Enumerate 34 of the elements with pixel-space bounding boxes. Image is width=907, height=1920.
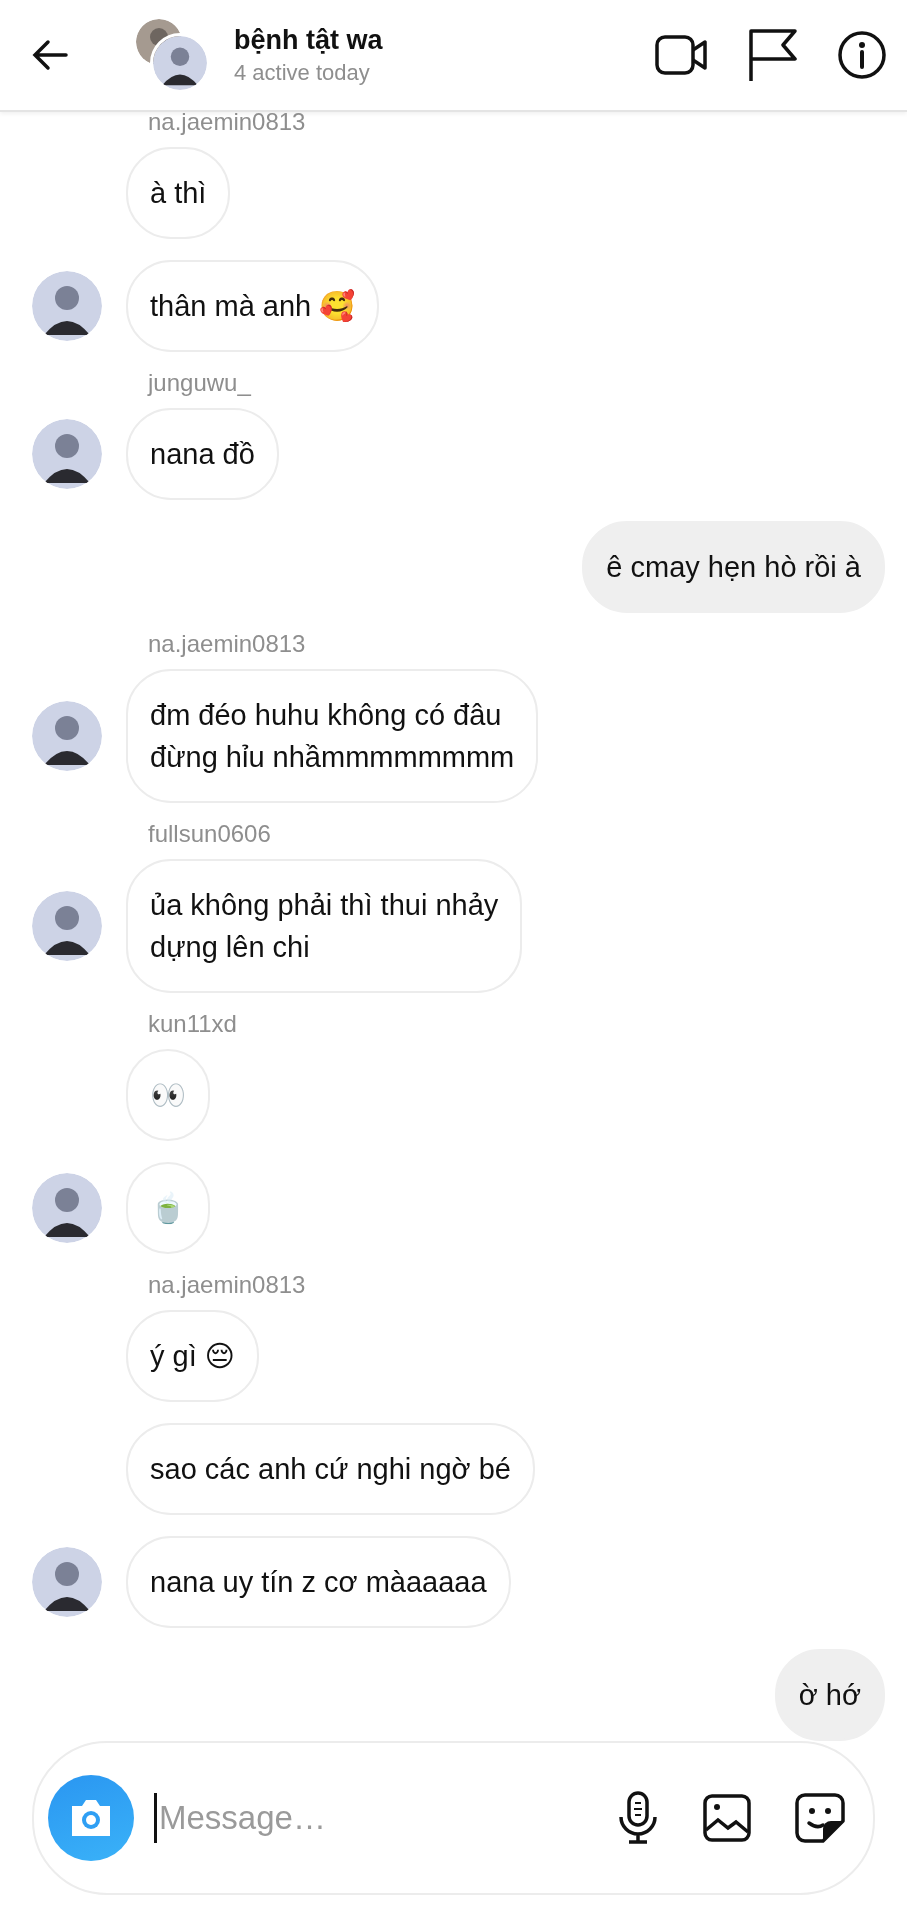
avatar [150,33,210,93]
avatar[interactable] [32,1173,102,1243]
sender-name: na.jaemin0813 [148,108,307,136]
avatar[interactable] [32,419,102,489]
avatar[interactable] [32,701,102,771]
message-bubble[interactable]: ý gì 😔 [126,1310,260,1402]
message-bubble[interactable]: ê cmay hẹn hò rồi à [582,521,885,613]
message-bubble[interactable]: à thì [126,147,231,239]
message-bubble[interactable]: đm đéo huhu không có đâu đừng hỉu nhầmmmmmmmm [126,669,539,803]
avatar[interactable] [32,1547,102,1617]
message-input[interactable]: Message… [154,1793,617,1843]
sender-name: na.jaemin0813 [148,630,307,658]
active-status: 4 active today [234,59,371,86]
sticker-button[interactable] [795,1793,845,1843]
sender-name: kun11xd [148,1010,238,1038]
message-bubble[interactable]: ờ hớ [774,1649,885,1741]
video-call-button[interactable] [655,33,709,77]
message-bubble[interactable]: nana đồ [126,408,279,500]
chat-title: bệnh tật wa [234,24,384,56]
flag-button[interactable] [747,27,799,83]
info-button[interactable] [837,30,887,80]
message-bubble[interactable]: 👀 [126,1049,210,1141]
message-bubble[interactable]: thân mà anh 🥰 [126,260,380,352]
sender-name: na.jaemin0813 [148,1271,307,1299]
avatar[interactable] [32,271,102,341]
microphone-button[interactable] [617,1791,659,1845]
gallery-button[interactable] [703,1794,751,1842]
sender-name: fullsun0606 [148,820,272,848]
message-bubble[interactable]: sao các anh cứ nghi ngờ bé [126,1423,535,1515]
message-bubble[interactable]: nana uy tín z cơ màaaaaa [126,1536,511,1628]
avatar[interactable] [32,891,102,961]
message-bubble[interactable]: 🍵 [126,1162,210,1254]
sender-name: junguwu_ [148,369,252,397]
message-bubble[interactable]: ủa không phải thì thui nhảy dựng lên chi [126,859,523,993]
